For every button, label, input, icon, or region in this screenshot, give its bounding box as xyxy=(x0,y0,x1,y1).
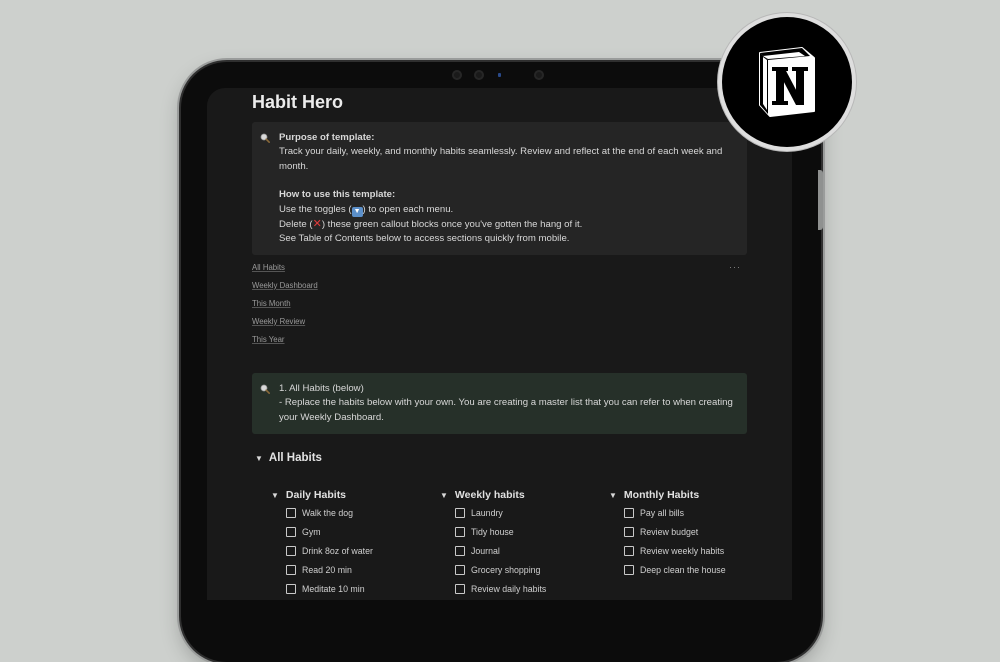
habit-item[interactable]: Pay all bills xyxy=(609,507,769,526)
toggles-instruction-start: Use the toggles ( xyxy=(279,203,352,215)
toc-instruction: See Table of Contents below to access se… xyxy=(279,233,570,245)
more-options-icon[interactable]: ··· xyxy=(729,262,741,272)
weekly-habits-column: ▼ Weekly habits Laundry Tidy house Journa… xyxy=(440,489,600,600)
checkbox[interactable] xyxy=(286,584,296,594)
habit-item[interactable]: Tidy house xyxy=(440,526,600,545)
checkbox[interactable] xyxy=(286,565,296,575)
checkbox[interactable] xyxy=(624,527,634,537)
all-habits-callout-body: 1. All Habits (below) - Replace the habi… xyxy=(279,382,739,425)
habit-item[interactable]: Review budget xyxy=(609,526,769,545)
habit-label: Walk the dog xyxy=(302,508,354,518)
all-habits-callout-text: - Replace the habits below with your own… xyxy=(279,397,733,423)
habit-label: Gym xyxy=(302,527,321,537)
habit-label: Pay all bills xyxy=(640,508,685,518)
habit-label: Deep clean the house xyxy=(640,565,726,575)
toggles-instruction: Use the toggles (▼) to open each menu. xyxy=(279,203,739,217)
habit-label: Tidy house xyxy=(471,527,514,537)
all-habits-callout[interactable]: 1. All Habits (below) - Replace the habi… xyxy=(252,373,747,434)
checkbox[interactable] xyxy=(286,508,296,518)
habit-item[interactable]: Laundry xyxy=(440,507,600,526)
toggle-down-emoji-icon: ▼ xyxy=(351,206,363,217)
habit-item[interactable]: Read 20 min xyxy=(271,564,431,583)
camera-lens-icon xyxy=(534,70,544,80)
habit-item[interactable]: Review daily habits xyxy=(440,583,600,600)
habit-item[interactable]: Grocery shopping xyxy=(440,564,600,583)
checkbox[interactable] xyxy=(455,527,465,537)
daily-habits-title: Daily Habits xyxy=(285,489,347,501)
camera-bar xyxy=(452,68,552,82)
habit-label: Review weekly habits xyxy=(640,546,725,556)
checkbox[interactable] xyxy=(624,546,634,556)
daily-habits-column: ▼ Daily Habits Walk the dog Gym Drink 8oz… xyxy=(271,489,431,600)
delete-instruction: Delete (✕) these green callout blocks on… xyxy=(279,217,739,232)
purpose-callout-body: Purpose of template: Track your daily, w… xyxy=(279,131,739,247)
camera-lens-icon xyxy=(452,70,462,80)
habit-label: Journal xyxy=(471,546,500,556)
toc-link-weekly-review[interactable]: Weekly Review xyxy=(252,316,747,334)
checkbox[interactable] xyxy=(624,508,634,518)
delete-instruction-end: ) these green callout blocks once you've… xyxy=(321,219,583,231)
toc-link-all-habits[interactable]: All Habits xyxy=(252,262,747,280)
habit-item[interactable]: Journal xyxy=(440,545,600,564)
habit-item[interactable]: Deep clean the house xyxy=(609,564,769,583)
habit-item[interactable]: Walk the dog xyxy=(271,507,431,526)
habit-label: Meditate 10 min xyxy=(302,584,365,594)
habit-item[interactable]: Review weekly habits xyxy=(609,545,769,564)
camera-indicator-icon xyxy=(498,73,501,77)
daily-habits-toggle[interactable]: ▼ Daily Habits xyxy=(271,489,431,507)
checkbox[interactable] xyxy=(624,565,634,575)
toggle-triangle-icon[interactable]: ▼ xyxy=(271,491,279,500)
checkbox[interactable] xyxy=(455,565,465,575)
how-to-heading: How to use this template: xyxy=(279,189,396,201)
checkbox[interactable] xyxy=(286,546,296,556)
delete-instruction-start: Delete ( xyxy=(279,219,313,231)
all-habits-toggle[interactable]: ▼ All Habits xyxy=(255,452,322,464)
magnifier-icon xyxy=(260,384,270,394)
table-of-contents: All Habits Weekly Dashboard This Month W… xyxy=(252,262,747,352)
habit-label: Drink 8oz of water xyxy=(302,546,373,556)
habit-label: Grocery shopping xyxy=(471,565,541,575)
habit-label: Review budget xyxy=(640,527,699,537)
habit-label: Read 20 min xyxy=(302,565,352,575)
checkbox[interactable] xyxy=(455,508,465,518)
habit-item[interactable]: Gym xyxy=(271,526,431,545)
purpose-heading: Purpose of template: xyxy=(279,132,375,143)
toggle-triangle-icon[interactable]: ▼ xyxy=(440,491,448,500)
checkbox[interactable] xyxy=(455,546,465,556)
notion-logo-badge xyxy=(722,17,852,147)
monthly-habits-column: ▼ Monthly Habits Pay all bills Review bud… xyxy=(609,489,769,583)
purpose-text: Track your daily, weekly, and monthly ha… xyxy=(279,146,723,172)
purpose-callout[interactable]: Purpose of template: Track your daily, w… xyxy=(252,122,747,255)
all-habits-toggle-label: All Habits xyxy=(268,452,322,464)
toggles-instruction-end: ) to open each menu. xyxy=(362,203,454,215)
cross-mark-emoji-icon: ✕ xyxy=(312,218,322,231)
magnifier-icon xyxy=(260,133,270,143)
weekly-habits-title: Weekly habits xyxy=(454,489,525,501)
toc-link-this-month[interactable]: This Month xyxy=(252,298,747,316)
habit-item[interactable]: Drink 8oz of water xyxy=(271,545,431,564)
habit-label: Laundry xyxy=(471,508,503,518)
page-title[interactable]: Habit Hero xyxy=(252,92,343,113)
monthly-habits-title: Monthly Habits xyxy=(623,489,700,501)
habit-item[interactable]: Meditate 10 min xyxy=(271,583,431,600)
toc-link-weekly-dashboard[interactable]: Weekly Dashboard xyxy=(252,280,747,298)
all-habits-callout-heading: 1. All Habits (below) xyxy=(279,383,364,394)
habit-label: Review daily habits xyxy=(471,584,547,594)
notion-screen: Habit Hero Purpose of template: Track yo… xyxy=(207,88,792,600)
toc-link-this-year[interactable]: This Year xyxy=(252,334,747,352)
checkbox[interactable] xyxy=(455,584,465,594)
camera-lens-icon xyxy=(474,70,484,80)
weekly-habits-toggle[interactable]: ▼ Weekly habits xyxy=(440,489,600,507)
toggle-triangle-icon[interactable]: ▼ xyxy=(255,454,263,463)
notion-logo-icon xyxy=(759,47,815,117)
monthly-habits-toggle[interactable]: ▼ Monthly Habits xyxy=(609,489,769,507)
checkbox[interactable] xyxy=(286,527,296,537)
tablet-side-button xyxy=(818,170,823,230)
toggle-triangle-icon[interactable]: ▼ xyxy=(609,491,617,500)
